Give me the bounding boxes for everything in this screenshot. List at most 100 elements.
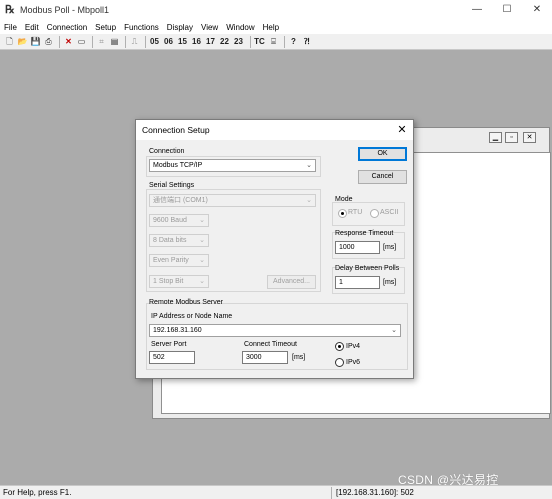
menu-setup[interactable]: Setup bbox=[95, 23, 116, 32]
delay-between-polls-input[interactable]: 1 bbox=[335, 276, 380, 289]
window-title: Modbus Poll - Mbpoll1 bbox=[20, 5, 110, 15]
mode-ascii-radio[interactable] bbox=[370, 209, 379, 218]
status-bar: For Help, press F1. [192.168.31.160]: 50… bbox=[0, 485, 552, 499]
modbus-poll-app-icon: ℞ bbox=[5, 4, 15, 16]
ipv6-radio[interactable] bbox=[335, 358, 344, 367]
function-15-button[interactable]: 15 bbox=[177, 35, 188, 48]
help-about-icon[interactable]: ? bbox=[288, 35, 299, 48]
ipv4-radio[interactable] bbox=[335, 342, 344, 351]
baud-rate-select[interactable]: 9600 Baud ⌄ bbox=[149, 214, 209, 227]
toolbar: 🗋 📂 💾 ⎙ ✕ ▭ ⌗ ▤ ⎍ 05 06 15 16 17 22 23 T… bbox=[0, 34, 552, 50]
child-minimize-button[interactable]: ▁ bbox=[489, 132, 502, 143]
chevron-down-icon: ⌄ bbox=[306, 162, 312, 169]
function-17-button[interactable]: 17 bbox=[205, 35, 216, 48]
toolbar-separator bbox=[59, 35, 60, 48]
serial-settings-label: Serial Settings bbox=[149, 182, 195, 189]
menu-file[interactable]: File bbox=[4, 23, 17, 32]
ipv4-label: IPv4 bbox=[346, 343, 361, 350]
pulse-icon[interactable]: ⎍ bbox=[129, 35, 140, 48]
advanced-button[interactable]: Advanced... bbox=[267, 275, 316, 289]
chevron-down-icon: ⌄ bbox=[391, 327, 397, 334]
toolbar-separator bbox=[250, 35, 251, 48]
menu-display[interactable]: Display bbox=[167, 23, 193, 32]
function-22-button[interactable]: 22 bbox=[219, 35, 230, 48]
function-23-button[interactable]: 23 bbox=[233, 35, 244, 48]
toolbar-separator bbox=[125, 35, 126, 48]
disconnect-icon[interactable]: ✕ bbox=[63, 35, 74, 48]
menu-edit[interactable]: Edit bbox=[25, 23, 39, 32]
child-restore-button[interactable]: ▫ bbox=[505, 132, 518, 143]
clipboard-icon[interactable]: ▤ bbox=[109, 35, 120, 48]
remote-server-label: Remote Modbus Server bbox=[149, 299, 223, 306]
function-06-button[interactable]: 06 bbox=[163, 35, 174, 48]
save-icon[interactable]: 💾 bbox=[30, 35, 41, 48]
mode-rtu-label: RTU bbox=[348, 209, 363, 216]
toolbar-separator bbox=[284, 35, 285, 48]
ip-address-label: IP Address or Node Name bbox=[151, 313, 233, 320]
connect-timeout-label: Connect Timeout bbox=[244, 341, 297, 348]
ip-address-select[interactable]: 192.168.31.160 ⌄ bbox=[149, 324, 401, 337]
baud-rate-value: 9600 Baud bbox=[153, 217, 187, 224]
read-write-icon[interactable]: ⌗ bbox=[96, 35, 107, 48]
server-port-input[interactable]: 502 bbox=[149, 351, 195, 364]
ip-address-value: 192.168.31.160 bbox=[153, 327, 202, 334]
toolbar-separator bbox=[145, 35, 146, 48]
dialog-close-icon[interactable]: ✕ bbox=[394, 122, 410, 138]
dialog-title-bar[interactable]: Connection Setup ✕ bbox=[136, 120, 413, 140]
menu-bar: File Edit Connection Setup Functions Dis… bbox=[0, 20, 552, 34]
response-timeout-input[interactable]: 1000 bbox=[335, 241, 380, 254]
connect-timeout-unit: [ms] bbox=[292, 354, 306, 361]
status-help-text: For Help, press F1. bbox=[3, 488, 72, 497]
menu-functions[interactable]: Functions bbox=[124, 23, 159, 32]
cancel-button[interactable]: Cancel bbox=[358, 170, 407, 184]
stop-bits-select[interactable]: 1 Stop Bit ⌄ bbox=[149, 275, 209, 288]
connect-timeout-input[interactable]: 3000 bbox=[242, 351, 288, 364]
mode-ascii-label: ASCII bbox=[380, 209, 399, 216]
mode-rtu-radio[interactable] bbox=[338, 209, 347, 218]
chevron-down-icon: ⌄ bbox=[199, 217, 205, 224]
delay-between-polls-label: Delay Between Polls bbox=[335, 265, 400, 272]
chevron-down-icon: ⌄ bbox=[199, 257, 205, 264]
parity-select[interactable]: Even Parity ⌄ bbox=[149, 254, 209, 267]
menu-view[interactable]: View bbox=[201, 23, 218, 32]
context-help-icon[interactable]: ⁈ bbox=[301, 35, 312, 48]
dialog-title: Connection Setup bbox=[142, 125, 210, 135]
app-title-bar[interactable]: ℞ Modbus Poll - Mbpoll1 — ☐ ✕ bbox=[0, 0, 552, 20]
chevron-down-icon: ⌄ bbox=[306, 197, 312, 204]
connection-setup-dialog: Connection Setup ✕ Connection Modbus TCP… bbox=[135, 119, 414, 379]
menu-help[interactable]: Help bbox=[263, 23, 279, 32]
server-port-label: Server Port bbox=[151, 341, 187, 348]
ipv6-label: IPv6 bbox=[346, 359, 361, 366]
menu-window[interactable]: Window bbox=[226, 23, 254, 32]
mode-label: Mode bbox=[335, 196, 353, 203]
status-divider bbox=[331, 487, 332, 499]
serial-port-value: 通信端口 (COM1) bbox=[153, 197, 208, 204]
connection-select-value: Modbus TCP/IP bbox=[153, 162, 203, 169]
new-file-icon[interactable]: 🗋 bbox=[4, 35, 15, 48]
chevron-down-icon: ⌄ bbox=[199, 278, 205, 285]
child-close-button[interactable]: ✕ bbox=[523, 132, 536, 143]
window-icon[interactable]: ▭ bbox=[76, 35, 87, 48]
close-button[interactable]: ✕ bbox=[522, 0, 552, 20]
print-icon[interactable]: ⎙ bbox=[43, 35, 54, 48]
data-bits-value: 8 Data bits bbox=[153, 237, 187, 244]
chevron-down-icon: ⌄ bbox=[199, 237, 205, 244]
minimize-button[interactable]: — bbox=[462, 0, 492, 20]
toolbar-separator bbox=[92, 35, 93, 48]
data-bits-select[interactable]: 8 Data bits ⌄ bbox=[149, 234, 209, 247]
open-folder-icon[interactable]: 📂 bbox=[17, 35, 28, 48]
chart-icon[interactable]: ⌸ bbox=[268, 35, 279, 48]
menu-connection[interactable]: Connection bbox=[47, 23, 87, 32]
function-16-button[interactable]: 16 bbox=[191, 35, 202, 48]
response-timeout-label: Response Timeout bbox=[335, 230, 394, 237]
response-timeout-unit: [ms] bbox=[383, 244, 397, 251]
connection-label: Connection bbox=[149, 148, 185, 155]
maximize-button[interactable]: ☐ bbox=[492, 0, 522, 20]
parity-value: Even Parity bbox=[153, 257, 189, 264]
connection-select[interactable]: Modbus TCP/IP ⌄ bbox=[149, 159, 316, 172]
traffic-button[interactable]: TC bbox=[254, 35, 265, 48]
serial-port-select[interactable]: 通信端口 (COM1) ⌄ bbox=[149, 194, 316, 207]
ok-button[interactable]: OK bbox=[358, 147, 407, 161]
status-connection-text: [192.168.31.160]: 502 bbox=[336, 488, 414, 497]
function-05-button[interactable]: 05 bbox=[149, 35, 160, 48]
